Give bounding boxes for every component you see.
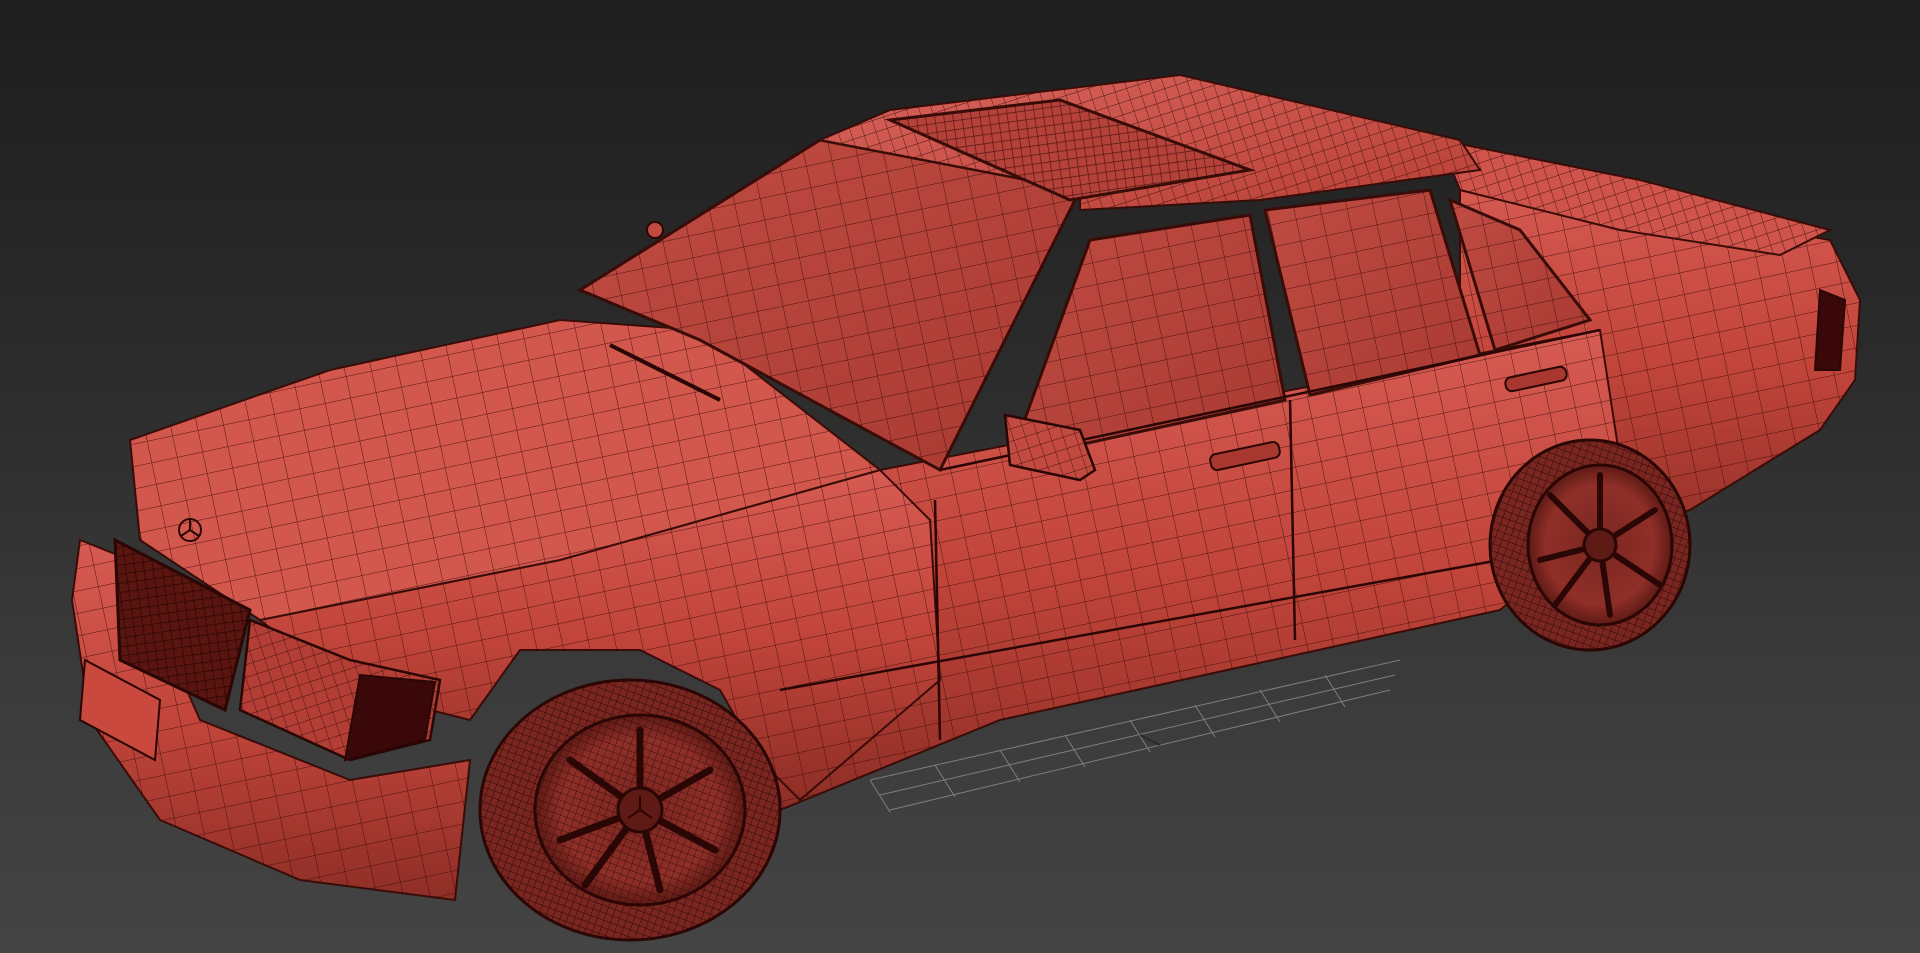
car-model[interactable] bbox=[70, 73, 1862, 942]
antenna-base bbox=[646, 221, 664, 239]
rear-wheel bbox=[1488, 438, 1692, 652]
3d-viewport[interactable] bbox=[0, 0, 1920, 953]
viewport-scene[interactable] bbox=[0, 0, 1920, 953]
tail-light bbox=[1813, 288, 1847, 371]
headlight-lens bbox=[343, 673, 437, 762]
front-wheel bbox=[478, 678, 782, 942]
